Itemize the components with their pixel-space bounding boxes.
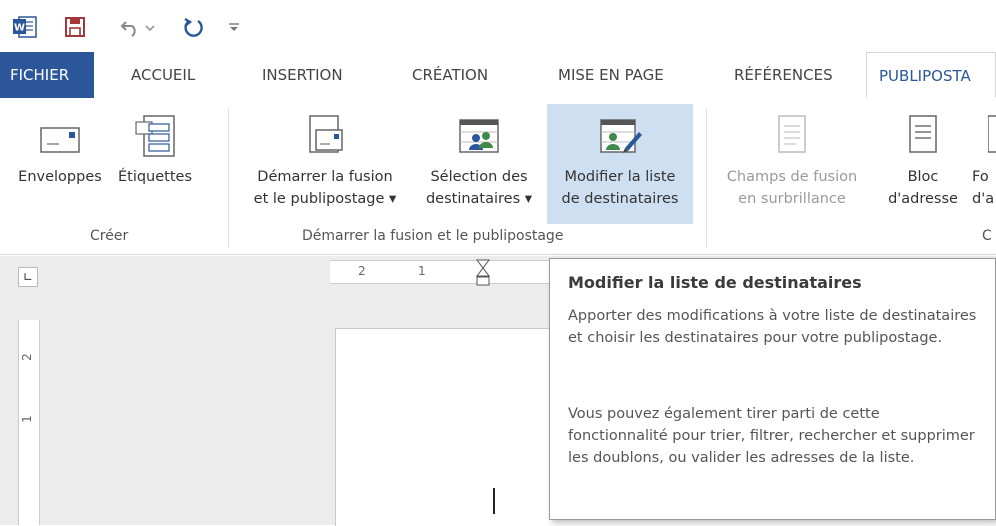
- selection-destinataires-line2: destinataires ▾: [425, 191, 533, 207]
- tab-stop-selector[interactable]: ∟: [18, 267, 38, 287]
- start-merge-icon: [302, 112, 348, 164]
- champs-fusion-surbrillance-button[interactable]: Champs de fusion en surbrillance: [710, 104, 874, 224]
- vruler-tick-1: 1: [19, 415, 34, 423]
- group-label-partial: C: [982, 228, 992, 244]
- svg-text:W: W: [14, 23, 25, 34]
- edit-recipient-list-icon: [597, 112, 643, 164]
- modifier-liste-destinataires-button[interactable]: Modifier la liste de destinataires: [547, 104, 693, 224]
- tooltip-description: Apporter des modifications à votre liste…: [568, 308, 977, 346]
- redo-icon[interactable]: [180, 14, 206, 40]
- group-label-creer: Créer: [90, 228, 129, 244]
- tab-references[interactable]: RÉFÉRENCES: [734, 52, 833, 98]
- selection-destinataires-button[interactable]: Sélection des destinataires ▾: [414, 104, 544, 224]
- bloc-adresse-label: Bloc d'adresse: [880, 166, 966, 210]
- tab-accueil[interactable]: ACCUEIL: [131, 52, 195, 98]
- tooltip-title: Modifier la liste de destinataires: [568, 273, 862, 292]
- bloc-adresse-button[interactable]: Bloc d'adresse: [880, 104, 966, 224]
- labels-icon: [132, 112, 178, 164]
- enveloppes-button[interactable]: Enveloppes: [8, 104, 112, 224]
- select-recipients-icon: [456, 112, 502, 164]
- demarrer-fusion-button[interactable]: Démarrer la fusion et le publipostage ▾: [238, 104, 412, 224]
- tab-fichier[interactable]: FICHIER: [0, 52, 94, 98]
- group-separator: [228, 108, 229, 248]
- champs-fusion-label: Champs de fusion en surbrillance: [710, 166, 874, 210]
- ribbon-panel: Enveloppes Étiquettes Créer Démarrer la …: [0, 98, 996, 255]
- modifier-liste-label: Modifier la liste de destinataires: [547, 166, 693, 210]
- envelope-icon: [37, 112, 83, 164]
- etiquettes-label: Étiquettes: [117, 169, 193, 185]
- customize-qat-icon[interactable]: [226, 14, 242, 40]
- demarrer-fusion-label: Démarrer la fusion et le publipostage ▾: [238, 166, 412, 210]
- ruler-tick-2: 2: [358, 264, 366, 278]
- highlight-merge-fields-icon: [769, 112, 815, 164]
- modifier-liste-line2: de destinataires: [561, 191, 679, 207]
- ribbon-tabs: FICHIER ACCUEIL INSERTION CRÉATION MISE …: [0, 52, 996, 99]
- tab-insertion[interactable]: INSERTION: [262, 52, 343, 98]
- bloc-adresse-line1: Bloc: [907, 169, 939, 185]
- save-icon[interactable]: [62, 14, 88, 40]
- tab-mise-en-page[interactable]: MISE EN PAGE: [558, 52, 664, 98]
- tab-publipostage[interactable]: PUBLIPOSTA: [866, 52, 996, 98]
- undo-icon[interactable]: [116, 14, 160, 40]
- ruler-tick-1: 1: [418, 264, 426, 278]
- group-separator: [706, 108, 707, 248]
- champs-fusion-line2: en surbrillance: [738, 191, 846, 207]
- vruler-tick-2: 2: [19, 353, 34, 361]
- word-app-icon[interactable]: W: [12, 14, 38, 40]
- greeting-line-icon: [987, 112, 996, 164]
- horizontal-ruler[interactable]: 2 1: [330, 259, 550, 286]
- vertical-ruler[interactable]: 2 1: [18, 320, 40, 525]
- demarrer-fusion-line2: et le publipostage ▾: [253, 191, 397, 207]
- modifier-liste-line1: Modifier la liste: [564, 169, 676, 185]
- tab-creation[interactable]: CRÉATION: [412, 52, 488, 98]
- selection-destinataires-label: Sélection des destinataires ▾: [414, 166, 544, 210]
- text-cursor: [493, 488, 495, 514]
- quick-access-toolbar: W: [0, 0, 996, 52]
- etiquettes-button[interactable]: Étiquettes: [112, 104, 198, 224]
- formule-politesse-label: Fo d'a: [968, 166, 996, 210]
- demarrer-fusion-line1: Démarrer la fusion: [257, 169, 393, 185]
- tooltip-details: Vous pouvez également tirer parti de cet…: [568, 406, 975, 466]
- champs-fusion-line1: Champs de fusion: [726, 169, 858, 185]
- group-label-demarrer-fusion: Démarrer la fusion et le publipostage: [302, 228, 564, 244]
- selection-destinataires-line1: Sélection des: [430, 169, 528, 185]
- formule-politesse-line2: d'a: [972, 191, 995, 207]
- tooltip: Modifier la liste de destinataires Appor…: [549, 258, 996, 520]
- formule-politesse-button[interactable]: Fo d'a: [968, 104, 996, 224]
- formule-politesse-line1: Fo: [972, 169, 989, 185]
- indent-marker-icon[interactable]: [476, 259, 490, 292]
- enveloppes-label: Enveloppes: [18, 169, 102, 185]
- address-block-icon: [900, 112, 946, 164]
- bloc-adresse-line2: d'adresse: [888, 191, 958, 207]
